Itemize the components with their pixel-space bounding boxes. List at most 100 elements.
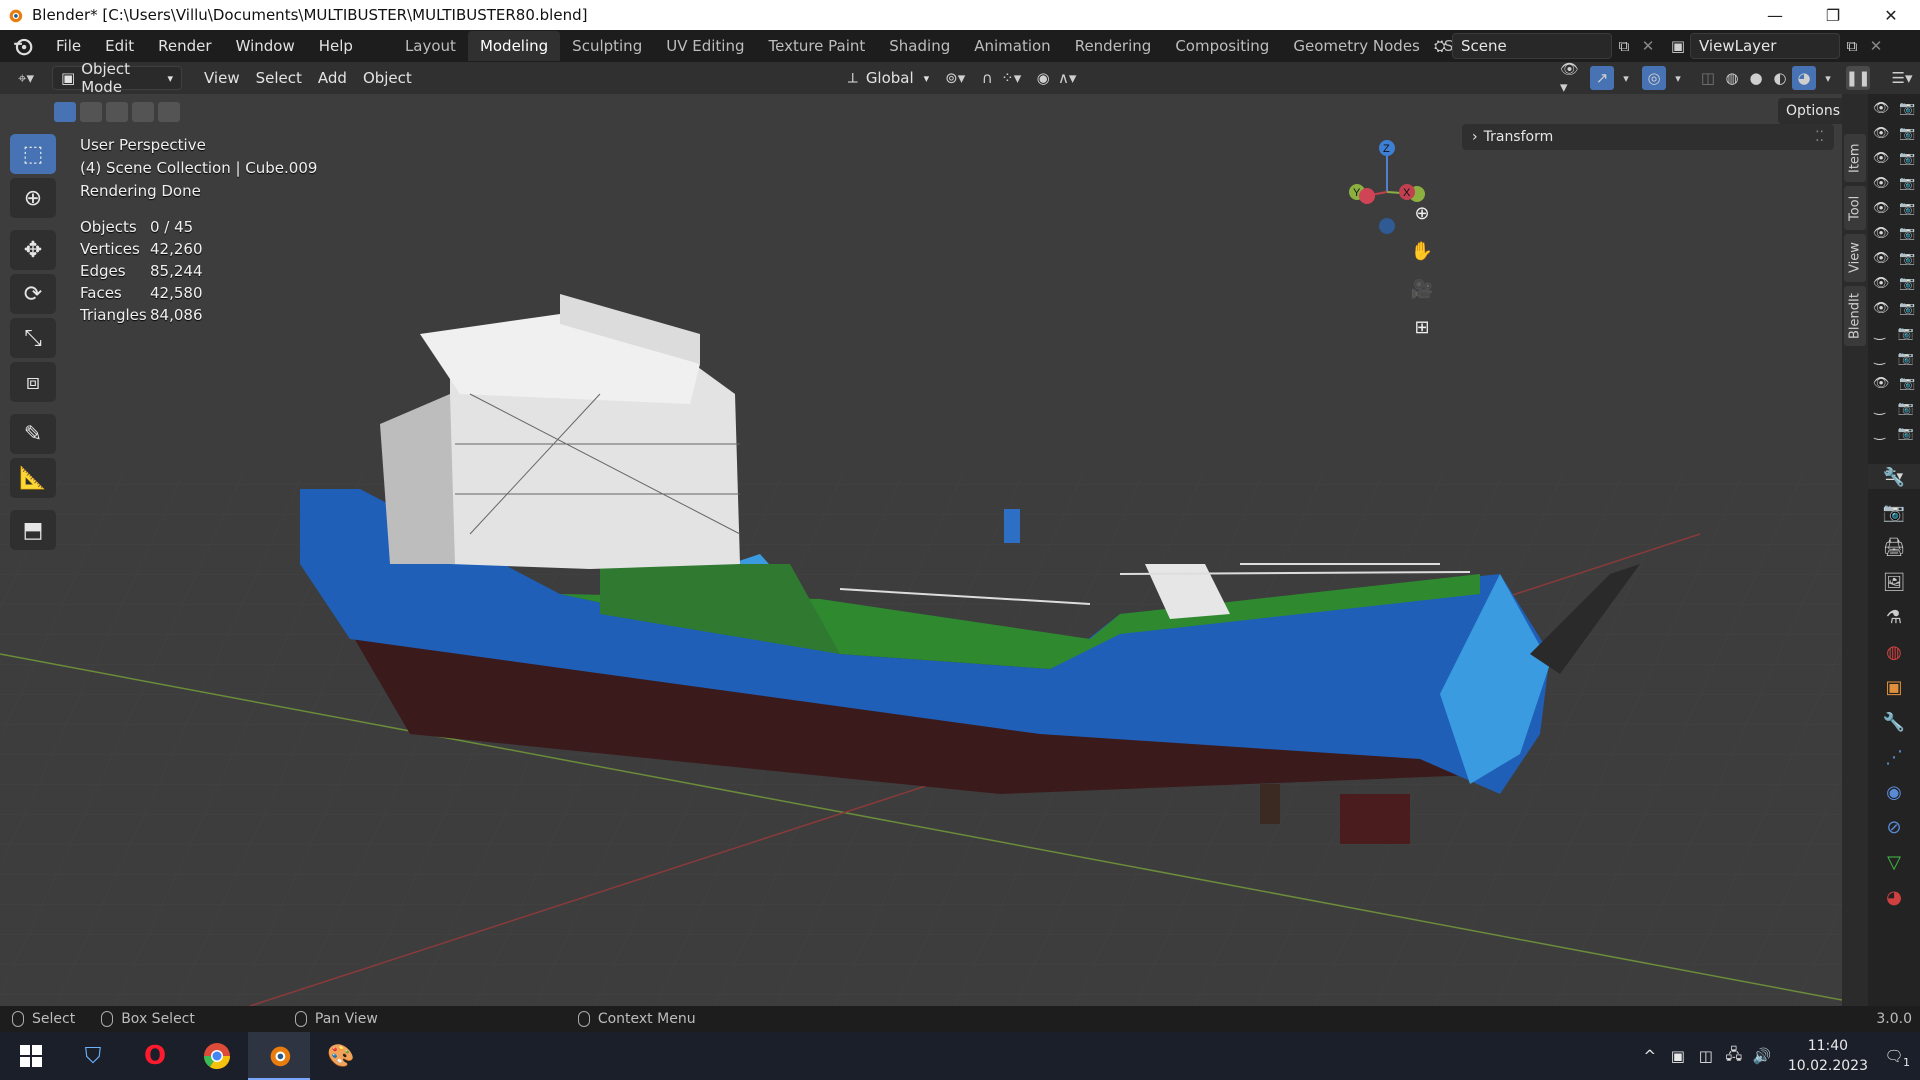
outliner-row[interactable]: 👁 📷 — [1868, 296, 1920, 321]
select-intersect-icon[interactable] — [158, 102, 180, 122]
camera-icon[interactable]: 📷 — [1899, 251, 1915, 266]
eye-icon[interactable]: 👁 — [1873, 176, 1890, 191]
outliner-row[interactable]: 👁 📷 — [1868, 221, 1920, 246]
xray-toggle-icon[interactable]: ◫ — [1696, 66, 1720, 90]
maximize-button[interactable]: ❐ — [1804, 0, 1862, 30]
snap-toggle-icon[interactable]: ∩ — [975, 66, 999, 90]
scale-tool-icon[interactable]: ⤡ — [10, 318, 56, 358]
camera-icon[interactable]: 📷 — [1897, 351, 1913, 366]
cursor-tool-icon[interactable]: ⊕ — [10, 178, 56, 218]
gizmo-dropdown-icon[interactable]: ▾ — [1614, 66, 1638, 90]
outliner-row[interactable]: 👁 📷 — [1868, 371, 1920, 396]
data-properties-icon[interactable]: ▽ — [1868, 845, 1920, 880]
select-new-icon[interactable] — [54, 102, 76, 122]
drag-handle-icon[interactable]: ⁚⁚ — [1815, 129, 1824, 145]
outliner-row[interactable]: 👁 📷 — [1868, 246, 1920, 271]
outliner-row[interactable]: 👁 📷 — [1868, 171, 1920, 196]
world-properties-icon[interactable]: ◍ — [1868, 635, 1920, 670]
material-properties-icon[interactable]: ◕ — [1868, 880, 1920, 915]
tray-app-icon[interactable]: ▣ — [1664, 1047, 1692, 1065]
select-box-tool-icon[interactable]: ⬚ — [10, 134, 56, 174]
view-layer-field[interactable]: ViewLayer — [1690, 33, 1840, 59]
move-tool-icon[interactable]: ✥ — [10, 230, 56, 270]
pivot-point-icon[interactable]: ⊚▾ — [943, 66, 967, 90]
eye-icon[interactable]: 👁 — [1873, 151, 1890, 166]
sidebar-tab-blendit[interactable]: BlendIt — [1844, 286, 1866, 346]
options-dropdown[interactable]: Options ▾ — [1778, 98, 1842, 124]
zoom-icon[interactable]: ⊕ — [1405, 196, 1439, 230]
object-menu[interactable]: Object — [355, 66, 420, 90]
add-menu[interactable]: Add — [310, 66, 355, 90]
select-menu[interactable]: Select — [248, 66, 310, 90]
eye-icon[interactable]: 👁 — [1873, 101, 1890, 116]
eye-icon[interactable]: 👁 — [1873, 251, 1890, 266]
outliner-row[interactable]: ‿ 📷 — [1868, 396, 1920, 421]
menu-file[interactable]: File — [44, 37, 93, 55]
camera-view-icon[interactable]: 🎥 — [1405, 272, 1439, 306]
camera-icon[interactable]: 📷 — [1899, 201, 1915, 216]
tab-uv-editing[interactable]: UV Editing — [654, 31, 756, 61]
outliner-row[interactable]: 👁 📷 — [1868, 271, 1920, 296]
camera-icon[interactable]: 📷 — [1897, 426, 1913, 441]
eye-icon[interactable]: 👁 — [1873, 376, 1890, 391]
eye-icon[interactable]: ‿ — [1874, 426, 1884, 441]
taskbar-app-paint[interactable]: 🎨 — [310, 1032, 372, 1080]
camera-icon[interactable]: 📷 — [1899, 176, 1915, 191]
outliner-row[interactable]: 👁 📷 — [1868, 121, 1920, 146]
pan-hand-icon[interactable]: ✋ — [1405, 234, 1439, 268]
physics-properties-icon[interactable]: ◉ — [1868, 775, 1920, 810]
scene-properties-icon[interactable]: ⚗ — [1868, 600, 1920, 635]
tab-animation[interactable]: Animation — [962, 31, 1062, 61]
constraints-properties-icon[interactable]: ⊘ — [1868, 810, 1920, 845]
particles-properties-icon[interactable]: ⋰ — [1868, 740, 1920, 775]
tray-camera-icon[interactable]: ◫ — [1692, 1047, 1720, 1065]
outliner-filter-icon[interactable]: ☰▾ — [1890, 66, 1914, 90]
outliner-row[interactable]: 👁 📷 — [1868, 96, 1920, 121]
perspective-toggle-icon[interactable]: ⊞ — [1405, 310, 1439, 344]
delete-view-layer-icon[interactable]: ✕ — [1864, 34, 1888, 58]
mode-dropdown[interactable]: ▣ Object Mode ▾ — [52, 60, 182, 96]
taskbar-app-vpn[interactable]: ⛉ — [62, 1032, 124, 1080]
transform-panel-header[interactable]: › Transform ⁚⁚ — [1462, 124, 1834, 150]
camera-icon[interactable]: 📷 — [1897, 401, 1913, 416]
output-properties-icon[interactable]: 🖨 — [1868, 530, 1920, 565]
volume-icon[interactable]: 🔊 — [1748, 1047, 1776, 1065]
wireframe-shading-icon[interactable]: ◍ — [1720, 66, 1744, 90]
overlay-toggle-icon[interactable]: ◎ — [1642, 66, 1666, 90]
transform-orientation-dropdown[interactable]: ⟂ Global ▾ — [840, 66, 937, 90]
falloff-icon[interactable]: ∧▾ — [1055, 66, 1079, 90]
eye-icon[interactable]: 👁 — [1873, 276, 1890, 291]
minimize-button[interactable]: — — [1746, 0, 1804, 30]
transform-tool-icon[interactable]: ⧈ — [10, 362, 56, 402]
scene-field[interactable]: Scene — [1452, 33, 1612, 59]
eye-icon[interactable]: 👁 — [1873, 226, 1890, 241]
camera-icon[interactable]: 📷 — [1899, 101, 1915, 116]
camera-icon[interactable]: 📷 — [1899, 151, 1915, 166]
taskbar-app-blender[interactable] — [248, 1032, 310, 1080]
overlay-dropdown-icon[interactable]: ▾ — [1666, 66, 1690, 90]
sidebar-tab-view[interactable]: View — [1844, 234, 1866, 282]
shading-dropdown-icon[interactable]: ▾ — [1816, 66, 1840, 90]
blender-menu-icon[interactable] — [12, 35, 34, 57]
tab-layout[interactable]: Layout — [393, 31, 468, 61]
eye-icon[interactable]: ‿ — [1874, 401, 1884, 416]
select-invert-icon[interactable] — [132, 102, 154, 122]
tab-compositing[interactable]: Compositing — [1163, 31, 1281, 61]
modifier-properties-icon[interactable]: 🔧 — [1868, 705, 1920, 740]
snap-target-icon[interactable]: ⁘▾ — [999, 66, 1023, 90]
3d-viewport[interactable]: ⬚ ⊕ ✥ ⟳ ⤡ ⧈ ✎ 📐 ⬒ User Perspective (4) S… — [0, 94, 1842, 1006]
object-properties-icon[interactable]: ▣ — [1868, 670, 1920, 705]
add-cube-tool-icon[interactable]: ⬒ — [10, 510, 56, 550]
eye-icon[interactable]: ‿ — [1874, 351, 1884, 366]
delete-scene-icon[interactable]: ✕ — [1636, 34, 1660, 58]
gizmo-toggle-icon[interactable]: ↗ — [1590, 66, 1614, 90]
pause-render-icon[interactable]: ❚❚ — [1845, 66, 1871, 90]
tab-rendering[interactable]: Rendering — [1063, 31, 1164, 61]
view-menu[interactable]: View — [196, 66, 248, 90]
eye-icon[interactable]: ‿ — [1874, 326, 1884, 341]
outliner-row[interactable]: ‿ 📷 — [1868, 421, 1920, 446]
menu-edit[interactable]: Edit — [93, 37, 146, 55]
camera-icon[interactable]: 📷 — [1899, 301, 1915, 316]
menu-help[interactable]: Help — [307, 37, 365, 55]
select-extend-icon[interactable] — [80, 102, 102, 122]
